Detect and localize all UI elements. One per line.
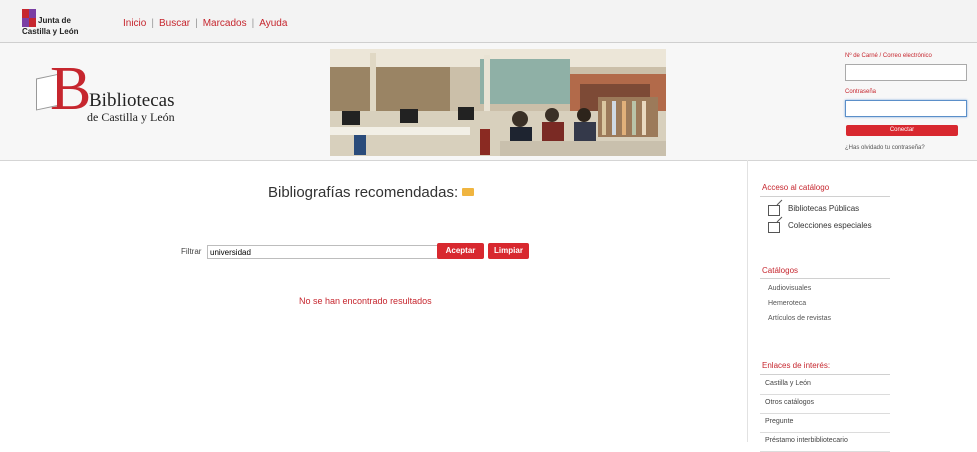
access-catalog-title: Acceso al catálogo <box>762 183 830 192</box>
folder-icon[interactable] <box>462 188 475 196</box>
top-bar: Junta de Castilla y León Inicio | Buscar | M… <box>0 0 977 43</box>
login-form: Nº de Carné / Correo electrónico Contras… <box>845 53 967 151</box>
brand-line2: Castilla y León <box>22 27 79 36</box>
page-title: Bibliografías recomendadas: <box>268 184 475 201</box>
link-pregunte[interactable]: Pregunte <box>765 418 793 425</box>
right-sidebar: Acceso al catálogo Bibliotecas Públicas … <box>747 160 977 452</box>
list-item[interactable]: Pregunte <box>760 414 890 433</box>
page-title-text: Bibliografías recomendadas: <box>268 184 459 201</box>
nav-marcados[interactable]: Marcados <box>203 18 247 29</box>
external-link-icon <box>768 222 780 233</box>
divider <box>760 278 890 279</box>
filter-label: Filtrar <box>181 247 202 256</box>
no-results-message: No se han encontrado resultados <box>299 296 432 306</box>
bibliotecas-logo[interactable]: B Bibliotecas de Castilla y León <box>33 58 193 132</box>
link-otros-catalogos[interactable]: Otros catálogos <box>765 399 814 406</box>
filter-input[interactable] <box>207 245 439 259</box>
nav-ayuda[interactable]: Ayuda <box>259 18 287 29</box>
logo-letter: B <box>50 55 92 123</box>
forgot-password-link[interactable]: ¿Has olvidado tu contraseña? <box>845 145 967 151</box>
catalogs-title: Catálogos <box>762 266 799 275</box>
user-input[interactable] <box>845 64 967 81</box>
password-input[interactable] <box>845 100 967 117</box>
link-prestamo-interbibliotecario[interactable]: Préstamo interbibliotecario <box>765 437 848 444</box>
nav-separator: | <box>195 18 198 29</box>
logo-subtitle: de Castilla y León <box>87 110 175 124</box>
library-photo <box>330 49 666 156</box>
brand-line1: Junta de <box>38 16 71 25</box>
list-item[interactable]: Otros catálogos <box>760 395 890 414</box>
clear-button[interactable]: Limpiar <box>488 243 529 259</box>
junta-castilla-leon-logo[interactable]: Junta de Castilla y León <box>22 9 84 39</box>
catalog-audiovisuales[interactable]: Audiovisuales <box>768 285 811 292</box>
nav-separator: | <box>151 18 154 29</box>
list-item[interactable]: Préstamo interbibliotecario <box>760 433 890 452</box>
connect-button[interactable]: Conectar <box>846 125 958 136</box>
user-label: Nº de Carné / Correo electrónico <box>845 53 932 59</box>
coat-of-arms-icon <box>22 9 36 27</box>
nav-separator: | <box>251 18 255 29</box>
divider <box>760 196 890 197</box>
link-castilla-leon[interactable]: Castilla y León <box>765 380 811 387</box>
links-title: Enlaces de interés: <box>762 361 831 370</box>
external-link-icon <box>768 205 780 216</box>
link-colecciones-especiales[interactable]: Colecciones especiales <box>788 221 872 230</box>
accept-button[interactable]: Aceptar <box>437 243 484 259</box>
nav-buscar[interactable]: Buscar <box>159 18 190 29</box>
link-bibliotecas-publicas[interactable]: Bibliotecas Públicas <box>788 204 859 213</box>
divider <box>760 374 890 375</box>
logo-title: Bibliotecas <box>89 90 175 111</box>
list-item[interactable]: Castilla y León <box>760 376 890 395</box>
main-nav: Inicio | Buscar | Marcados | Ayuda <box>123 18 287 29</box>
catalog-hemeroteca[interactable]: Hemeroteca <box>768 300 806 307</box>
nav-inicio[interactable]: Inicio <box>123 18 146 29</box>
catalog-articulos-revistas[interactable]: Artículos de revistas <box>768 315 831 322</box>
password-label: Contraseña <box>845 89 877 95</box>
